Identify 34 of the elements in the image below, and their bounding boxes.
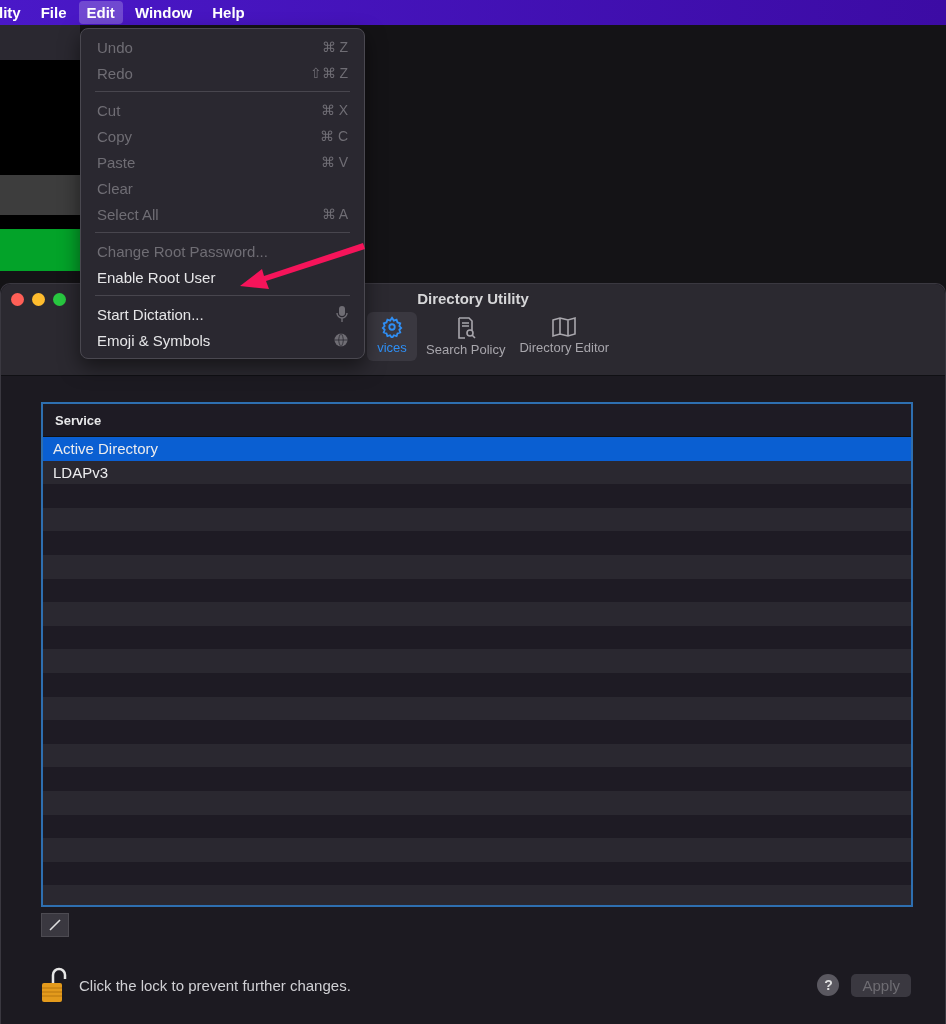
toolbar-tab[interactable]: vices [367,312,417,361]
window-title: Directory Utility [417,290,529,307]
shortcut-label: ⌘ V [320,154,348,170]
table-row[interactable]: Active Directory [43,437,911,461]
unlocked-padlock-icon[interactable] [41,967,67,1003]
toolbar-tab[interactable]: Directory Editor [514,312,615,361]
menu-item[interactable]: Enable Root User [81,264,232,290]
lock-message: Click the lock to prevent further changes. [79,976,352,994]
table-cell: Active Directory [53,440,159,458]
globe-icon [334,333,348,347]
menu-title[interactable]: Window [126,1,201,24]
menu-title[interactable]: Edit [78,1,123,24]
toolbar-tab[interactable]: Search Policy [421,312,511,361]
shortcut-label: ⌘ C [320,128,348,144]
table-row[interactable]: LDAPv3 [43,460,911,485]
gear-icon [381,316,403,338]
menu-item[interactable]: Emoji & Symbols [81,327,364,353]
minimize-button[interactable] [32,293,45,306]
table-cell: LDAPv3 [53,463,109,481]
shortcut-label: ⌘ A [321,206,348,222]
pencil-icon [49,919,61,931]
help-button[interactable]: ? [817,974,840,996]
menu-title[interactable]: Help [204,1,253,24]
shortcut-label: ⇧⌘ Z [309,65,348,81]
menu-item[interactable]: Start Dictation... [81,301,364,327]
menu-title[interactable]: File [32,1,75,24]
zoom-button[interactable] [53,293,66,306]
close-button[interactable] [11,293,24,306]
map-icon [551,316,578,338]
shortcut-label: ⌘ Z [321,39,348,55]
microphone-icon [336,306,348,322]
shortcut-label: ⌘ X [320,102,348,118]
edit-button[interactable] [41,913,69,937]
menu-title[interactable]: lity [0,1,29,24]
